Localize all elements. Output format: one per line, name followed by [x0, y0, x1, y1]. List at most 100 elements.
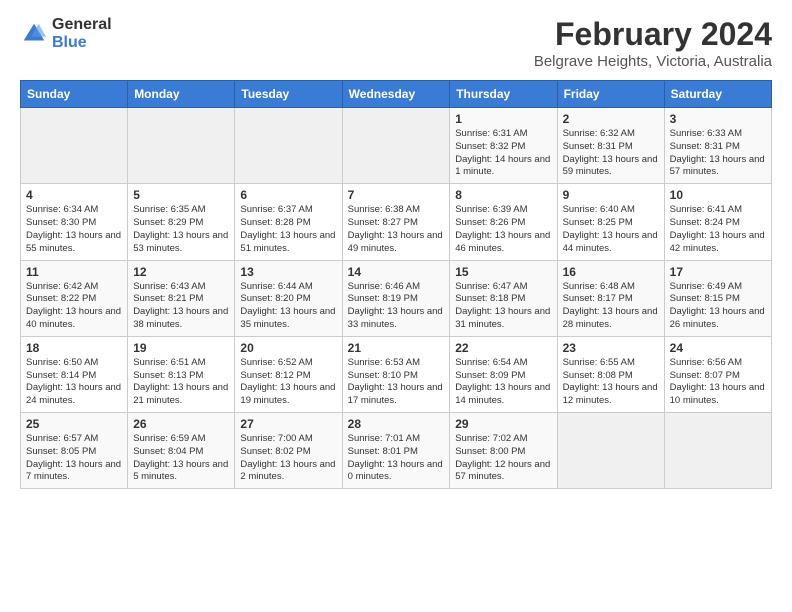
day-info: Sunrise: 6:37 AM Sunset: 8:28 PM Dayligh… — [240, 204, 336, 255]
calendar-day-cell: 21Sunrise: 6:53 AM Sunset: 8:10 PM Dayli… — [342, 336, 450, 412]
logo-general: General — [52, 16, 112, 34]
calendar-day-cell: 13 Sunrise: 6:44 AM Sunset: 8:20 PM Dayli… — [235, 260, 342, 336]
day-number: 11 — [26, 265, 122, 279]
day-info: Sunrise: 6:47 AM Sunset: 8:18 PM Dayligh… — [455, 281, 551, 332]
day-number: 24 — [670, 341, 766, 355]
day-number: 6 — [240, 188, 336, 202]
day-info: Sunrise: 6:52 AM Sunset: 8:12 PM Dayligh… — [240, 357, 336, 408]
day-number: 5 — [133, 188, 229, 202]
day-number: 27 — [240, 417, 336, 431]
calendar-day-cell: 15 Sunrise: 6:47 AM Sunset: 8:18 PM Dayli… — [450, 260, 557, 336]
calendar-day-cell: 12 Sunrise: 6:43 AM Sunset: 8:21 PM Dayli… — [128, 260, 235, 336]
calendar-week-row: 18 Sunrise: 6:50 AM Sunset: 8:14 PM Dayli… — [21, 336, 772, 412]
calendar-day-cell: 25 Sunrise: 6:57 AM Sunset: 8:05 PM Dayli… — [21, 413, 128, 489]
day-info: Sunrise: 6:55 AM Sunset: 8:08 PM Dayligh… — [563, 357, 659, 408]
day-info: Sunrise: 7:02 AM Sunset: 8:00 PM Dayligh… — [455, 433, 551, 484]
day-info: Sunrise: 6:35 AM Sunset: 8:29 PM Dayligh… — [133, 204, 229, 255]
day-number: 19 — [133, 341, 229, 355]
day-number: 1 — [455, 112, 551, 126]
calendar-day-cell: 28 Sunrise: 7:01 AM Sunset: 8:01 PM Dayli… — [342, 413, 450, 489]
logo-blue: Blue — [52, 34, 112, 52]
main-title: February 2024 — [534, 16, 772, 53]
calendar-table: SundayMondayTuesdayWednesdayThursdayFrid… — [20, 80, 772, 489]
calendar-day-cell: 14 Sunrise: 6:46 AM Sunset: 8:19 PM Dayli… — [342, 260, 450, 336]
day-number: 28 — [348, 417, 445, 431]
calendar-day-cell: 9Sunrise: 6:40 AM Sunset: 8:25 PM Daylig… — [557, 184, 664, 260]
day-number: 12 — [133, 265, 229, 279]
calendar-day-cell: 20 Sunrise: 6:52 AM Sunset: 8:12 PM Dayli… — [235, 336, 342, 412]
day-number: 10 — [670, 188, 766, 202]
day-number: 20 — [240, 341, 336, 355]
calendar-day-cell: 5 Sunrise: 6:35 AM Sunset: 8:29 PM Daylig… — [128, 184, 235, 260]
day-info: Sunrise: 6:49 AM Sunset: 8:15 PM Dayligh… — [670, 281, 766, 332]
logo-icon — [20, 20, 48, 48]
calendar-day-cell: 4Sunrise: 6:34 AM Sunset: 8:30 PM Daylig… — [21, 184, 128, 260]
day-info: Sunrise: 6:46 AM Sunset: 8:19 PM Dayligh… — [348, 281, 445, 332]
weekday-header-cell: Saturday — [664, 81, 771, 108]
calendar-day-cell: 19Sunrise: 6:51 AM Sunset: 8:13 PM Dayli… — [128, 336, 235, 412]
day-number: 23 — [563, 341, 659, 355]
day-info: Sunrise: 6:44 AM Sunset: 8:20 PM Dayligh… — [240, 281, 336, 332]
calendar-week-row: 11 Sunrise: 6:42 AM Sunset: 8:22 PM Dayli… — [21, 260, 772, 336]
calendar-day-cell: 11 Sunrise: 6:42 AM Sunset: 8:22 PM Dayli… — [21, 260, 128, 336]
calendar-day-cell: 24 Sunrise: 6:56 AM Sunset: 8:07 PM Dayli… — [664, 336, 771, 412]
calendar-day-cell: 17 Sunrise: 6:49 AM Sunset: 8:15 PM Dayli… — [664, 260, 771, 336]
calendar-header: SundayMondayTuesdayWednesdayThursdayFrid… — [21, 81, 772, 108]
day-info: Sunrise: 6:40 AM Sunset: 8:25 PM Dayligh… — [563, 204, 659, 255]
day-number: 26 — [133, 417, 229, 431]
calendar-day-cell: 26 Sunrise: 6:59 AM Sunset: 8:04 PM Dayli… — [128, 413, 235, 489]
calendar-day-cell: 22 Sunrise: 6:54 AM Sunset: 8:09 PM Dayli… — [450, 336, 557, 412]
weekday-header-cell: Wednesday — [342, 81, 450, 108]
weekday-header-cell: Thursday — [450, 81, 557, 108]
day-number: 2 — [563, 112, 659, 126]
day-info: Sunrise: 6:57 AM Sunset: 8:05 PM Dayligh… — [26, 433, 122, 484]
calendar-day-cell: 1Sunrise: 6:31 AM Sunset: 8:32 PM Daylig… — [450, 108, 557, 184]
subtitle: Belgrave Heights, Victoria, Australia — [534, 53, 772, 70]
calendar-body: 1Sunrise: 6:31 AM Sunset: 8:32 PM Daylig… — [21, 108, 772, 489]
day-number: 25 — [26, 417, 122, 431]
calendar-week-row: 4Sunrise: 6:34 AM Sunset: 8:30 PM Daylig… — [21, 184, 772, 260]
day-info: Sunrise: 6:32 AM Sunset: 8:31 PM Dayligh… — [563, 128, 659, 179]
calendar-day-cell: 2 Sunrise: 6:32 AM Sunset: 8:31 PM Daylig… — [557, 108, 664, 184]
day-number: 8 — [455, 188, 551, 202]
day-info: Sunrise: 6:34 AM Sunset: 8:30 PM Dayligh… — [26, 204, 122, 255]
calendar-day-cell: 3 Sunrise: 6:33 AM Sunset: 8:31 PM Daylig… — [664, 108, 771, 184]
logo: General Blue — [20, 16, 112, 51]
day-info: Sunrise: 6:59 AM Sunset: 8:04 PM Dayligh… — [133, 433, 229, 484]
day-number: 29 — [455, 417, 551, 431]
day-number: 14 — [348, 265, 445, 279]
weekday-header-row: SundayMondayTuesdayWednesdayThursdayFrid… — [21, 81, 772, 108]
day-info: Sunrise: 6:50 AM Sunset: 8:14 PM Dayligh… — [26, 357, 122, 408]
calendar-week-row: 1Sunrise: 6:31 AM Sunset: 8:32 PM Daylig… — [21, 108, 772, 184]
day-info: Sunrise: 6:33 AM Sunset: 8:31 PM Dayligh… — [670, 128, 766, 179]
day-info: Sunrise: 6:53 AM Sunset: 8:10 PM Dayligh… — [348, 357, 445, 408]
calendar-day-cell — [235, 108, 342, 184]
day-number: 13 — [240, 265, 336, 279]
calendar-day-cell — [128, 108, 235, 184]
day-info: Sunrise: 6:56 AM Sunset: 8:07 PM Dayligh… — [670, 357, 766, 408]
day-info: Sunrise: 7:00 AM Sunset: 8:02 PM Dayligh… — [240, 433, 336, 484]
calendar-day-cell — [21, 108, 128, 184]
weekday-header-cell: Tuesday — [235, 81, 342, 108]
day-info: Sunrise: 6:43 AM Sunset: 8:21 PM Dayligh… — [133, 281, 229, 332]
calendar-day-cell: 7Sunrise: 6:38 AM Sunset: 8:27 PM Daylig… — [342, 184, 450, 260]
calendar-day-cell: 18 Sunrise: 6:50 AM Sunset: 8:14 PM Dayli… — [21, 336, 128, 412]
calendar-week-row: 25 Sunrise: 6:57 AM Sunset: 8:05 PM Dayli… — [21, 413, 772, 489]
calendar-day-cell — [557, 413, 664, 489]
day-number: 3 — [670, 112, 766, 126]
calendar-day-cell: 23 Sunrise: 6:55 AM Sunset: 8:08 PM Dayli… — [557, 336, 664, 412]
day-info: Sunrise: 7:01 AM Sunset: 8:01 PM Dayligh… — [348, 433, 445, 484]
day-info: Sunrise: 6:54 AM Sunset: 8:09 PM Dayligh… — [455, 357, 551, 408]
calendar-day-cell: 29 Sunrise: 7:02 AM Sunset: 8:00 PM Dayli… — [450, 413, 557, 489]
day-number: 15 — [455, 265, 551, 279]
day-info: Sunrise: 6:48 AM Sunset: 8:17 PM Dayligh… — [563, 281, 659, 332]
day-number: 22 — [455, 341, 551, 355]
day-info: Sunrise: 6:42 AM Sunset: 8:22 PM Dayligh… — [26, 281, 122, 332]
day-info: Sunrise: 6:39 AM Sunset: 8:26 PM Dayligh… — [455, 204, 551, 255]
calendar-day-cell: 6 Sunrise: 6:37 AM Sunset: 8:28 PM Daylig… — [235, 184, 342, 260]
weekday-header-cell: Monday — [128, 81, 235, 108]
weekday-header-cell: Sunday — [21, 81, 128, 108]
calendar-day-cell: 10Sunrise: 6:41 AM Sunset: 8:24 PM Dayli… — [664, 184, 771, 260]
day-number: 18 — [26, 341, 122, 355]
day-number: 17 — [670, 265, 766, 279]
